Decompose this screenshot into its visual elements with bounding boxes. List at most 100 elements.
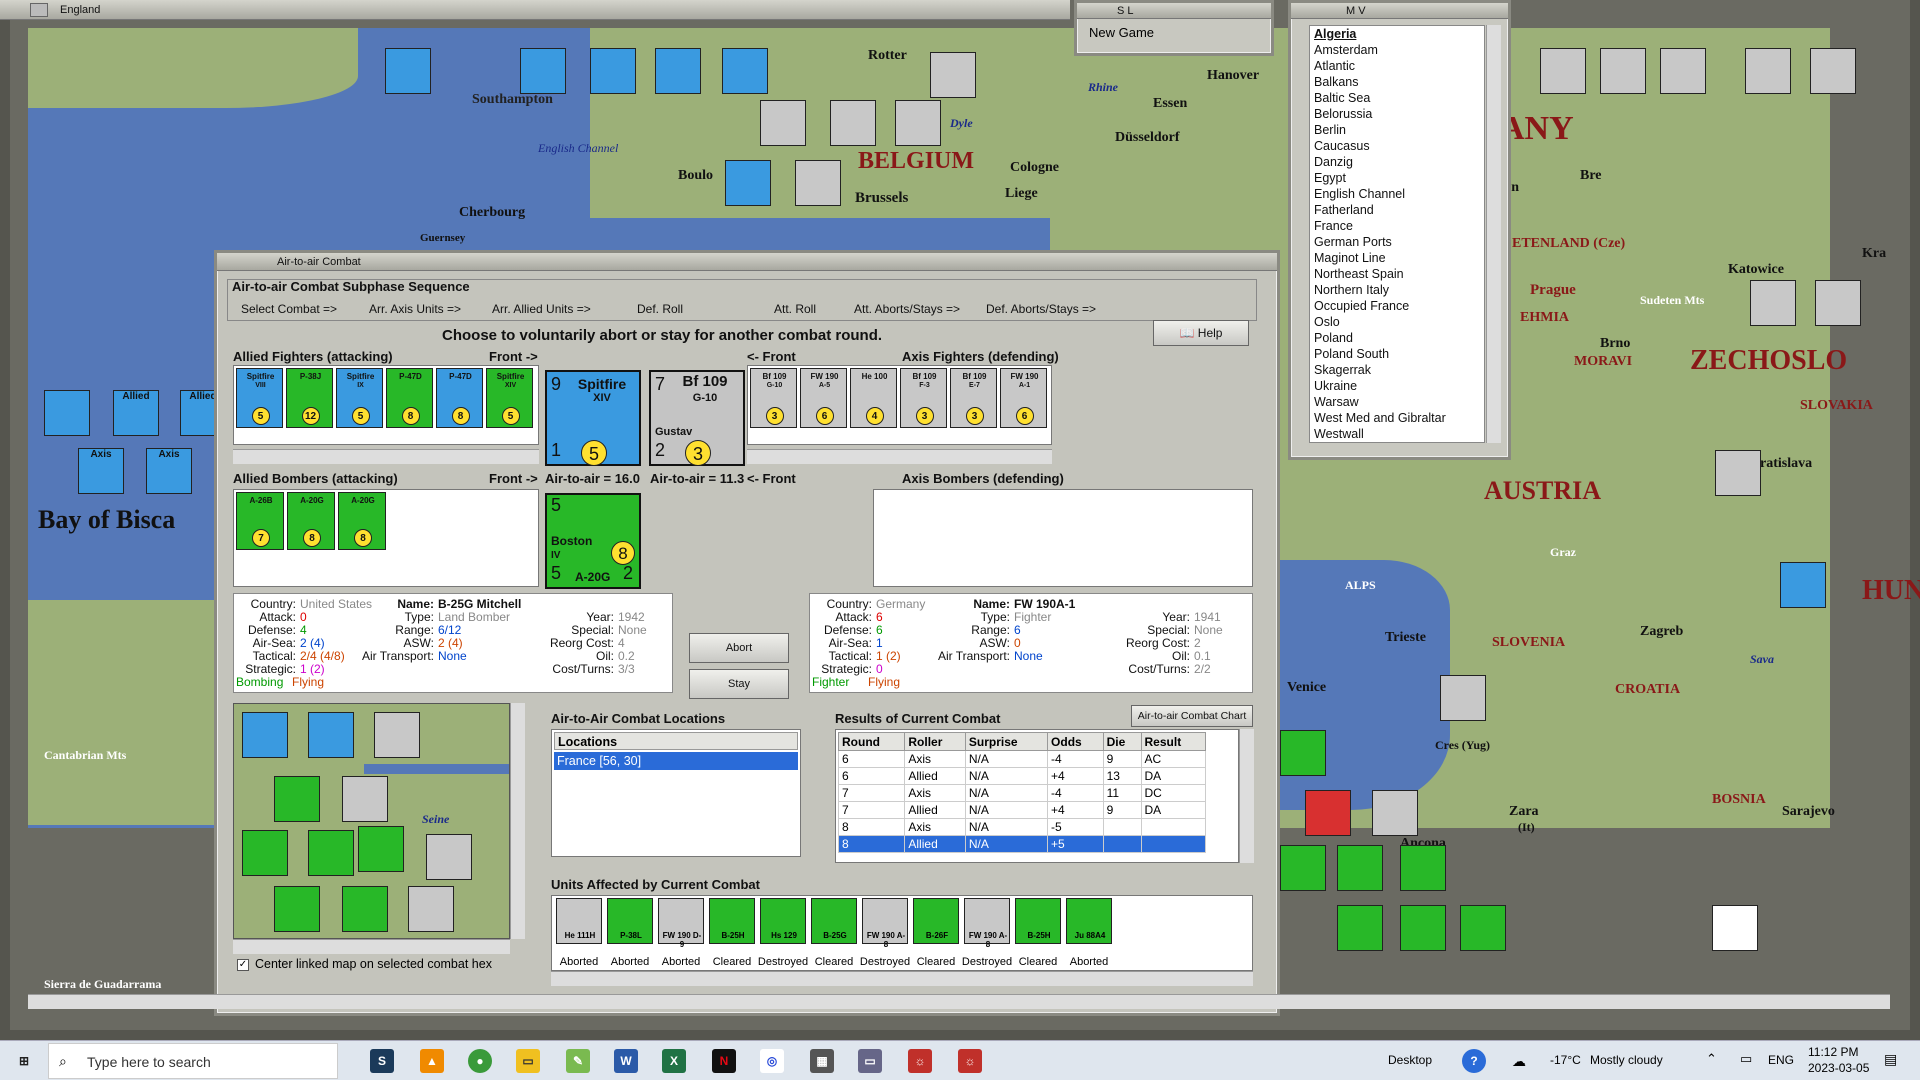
stay-button[interactable]: Stay: [689, 669, 789, 699]
results-col-header[interactable]: Odds: [1047, 732, 1104, 751]
abort-button[interactable]: Abort: [689, 633, 789, 663]
results-scrollbar[interactable]: [1239, 729, 1254, 863]
mini-counter-3[interactable]: [374, 712, 420, 758]
mv-window[interactable]: M V Algeria Amsterdam Atlantic Balkans Balti…: [1288, 0, 1511, 460]
mini-counter-6[interactable]: [242, 830, 288, 876]
combat-chart-button[interactable]: Air-to-air Combat Chart: [1131, 705, 1253, 727]
map-counter-18[interactable]: [1750, 280, 1796, 326]
affected-unit[interactable]: P-38L: [607, 898, 653, 944]
axis-fighter-unit[interactable]: Bf 109 E-7 3: [950, 368, 997, 428]
map-counter-14[interactable]: [1600, 48, 1646, 94]
mini-counter-4[interactable]: [274, 776, 320, 822]
mv-list-item[interactable]: Amsterdam: [1310, 42, 1484, 58]
map-counter-21[interactable]: [1780, 562, 1826, 608]
help-button[interactable]: 📖 Help: [1153, 320, 1249, 346]
axis-fighters-pane[interactable]: Bf 109 G-10 3 FW 190 A-5 6 He 100 4 Bf 109 F-3 3 Bf…: [747, 365, 1052, 445]
results-row[interactable]: 6 Axis N/A -4 9 AC: [837, 750, 1207, 768]
mv-list-item[interactable]: Northeast Spain: [1310, 266, 1484, 282]
mv-list-item[interactable]: German Ports: [1310, 234, 1484, 250]
map-counter-9[interactable]: [895, 100, 941, 146]
map-counter-11[interactable]: [725, 160, 771, 206]
window-menu-icon[interactable]: [30, 3, 48, 17]
results-col-header[interactable]: Result: [1140, 732, 1207, 751]
sl-new-game-item[interactable]: New Game: [1089, 25, 1259, 51]
vlc-icon[interactable]: ▲: [420, 1049, 444, 1073]
mv-list-item[interactable]: Algeria: [1310, 26, 1484, 42]
linked-mini-map[interactable]: Seine: [233, 703, 510, 939]
mv-list-item[interactable]: Egypt: [1310, 170, 1484, 186]
mv-list-item[interactable]: Oslo: [1310, 314, 1484, 330]
app-icon-1[interactable]: ◎: [760, 1049, 784, 1073]
mv-list-item[interactable]: Poland South: [1310, 346, 1484, 362]
mv-list-item[interactable]: Maginot Line: [1310, 250, 1484, 266]
map-counter-1[interactable]: [385, 48, 431, 94]
units-affected-pane[interactable]: He 111H Aborted P-38L Aborted FW 190 D-9 Abor…: [551, 895, 1253, 971]
allied-fighter-unit[interactable]: P-47D 8: [386, 368, 433, 428]
results-row[interactable]: 6 Allied N/A +4 13 DA: [837, 767, 1207, 785]
map-counter-axis-1[interactable]: Axis: [78, 448, 124, 494]
map-counter-22[interactable]: [1440, 675, 1486, 721]
mini-map-scroll-h[interactable]: [233, 939, 510, 954]
map-counter-28[interactable]: [1400, 845, 1446, 891]
map-counter-6[interactable]: [930, 52, 976, 98]
allied-fighter-unit[interactable]: Spitfire IX 5: [336, 368, 383, 428]
map-counter-4[interactable]: [655, 48, 701, 94]
mv-list-item[interactable]: Skagerrak: [1310, 362, 1484, 378]
mv-list-item[interactable]: Poland: [1310, 330, 1484, 346]
map-counter-16[interactable]: [1745, 48, 1791, 94]
map-counter-15[interactable]: [1660, 48, 1706, 94]
affected-unit[interactable]: FW 190 D-9: [658, 898, 704, 949]
weather-desc[interactable]: Mostly cloudy: [1590, 1053, 1663, 1067]
mv-window-title[interactable]: M V: [1291, 3, 1508, 19]
main-map-scrollbar[interactable]: [28, 994, 1890, 1009]
mv-list-item[interactable]: France: [1310, 218, 1484, 234]
allied-bomber-unit[interactable]: A-26B 7: [236, 492, 284, 550]
mv-list-item[interactable]: Caucasus: [1310, 138, 1484, 154]
mv-list-item[interactable]: West Med and Gibraltar: [1310, 410, 1484, 426]
map-counter-20[interactable]: [1715, 450, 1761, 496]
map-counter-26[interactable]: [1280, 845, 1326, 891]
language-indicator[interactable]: ENG: [1768, 1053, 1794, 1067]
affected-unit[interactable]: Hs 129: [760, 898, 806, 944]
mv-list-item[interactable]: Warsaw: [1310, 394, 1484, 410]
affected-unit[interactable]: FW 190 A-8: [964, 898, 1010, 949]
mini-counter-11[interactable]: [342, 886, 388, 932]
allied-fighter-unit[interactable]: Spitfire VIII 5: [236, 368, 283, 428]
app-icon-2[interactable]: ▭: [858, 1049, 882, 1073]
notification-icon[interactable]: ▤: [1884, 1051, 1897, 1068]
axis-fighter-unit[interactable]: He 100 4: [850, 368, 897, 428]
network-icon[interactable]: ▭: [1740, 1051, 1752, 1067]
mv-list-item[interactable]: Danzig: [1310, 154, 1484, 170]
mini-counter-2[interactable]: [308, 712, 354, 758]
map-counter-30[interactable]: [1400, 905, 1446, 951]
map-counter-12[interactable]: [44, 390, 90, 436]
bomber-front-unit[interactable]: 5 Boston IV 5 A-20G 8 2: [545, 493, 641, 589]
sl-window-title[interactable]: S L: [1077, 3, 1271, 19]
chrome-icon[interactable]: ●: [468, 1049, 492, 1073]
allied-bombers-pane[interactable]: A-26B 7 A-20G 8 A-20G 8: [233, 489, 539, 587]
results-col-header[interactable]: Die: [1102, 732, 1142, 751]
affected-unit[interactable]: B-25H: [709, 898, 755, 944]
netflix-icon[interactable]: N: [712, 1049, 736, 1073]
notepad-icon[interactable]: ✎: [566, 1049, 590, 1073]
game-icon-1[interactable]: ☼: [908, 1049, 932, 1073]
affected-unit[interactable]: B-25G: [811, 898, 857, 944]
affected-unit[interactable]: B-25H: [1015, 898, 1061, 944]
locations-list[interactable]: Locations France [56, 30]: [551, 729, 801, 857]
allied-fighter-unit[interactable]: P-38J 12: [286, 368, 333, 428]
mini-counter-9[interactable]: [426, 834, 472, 880]
mini-counter-1[interactable]: [242, 712, 288, 758]
results-row[interactable]: 8 Axis N/A -5: [837, 818, 1207, 836]
map-counter-27[interactable]: [1337, 845, 1383, 891]
map-counter-25[interactable]: [1372, 790, 1418, 836]
england-window-title[interactable]: England: [0, 0, 1070, 20]
combat-window-title[interactable]: Air-to-air Combat: [217, 253, 1277, 271]
center-checkbox[interactable]: ✓: [237, 959, 249, 971]
results-row[interactable]: 8 Allied N/A +5: [837, 835, 1207, 853]
allied-front-fighter[interactable]: 9 Spitfire XIV 1 5: [545, 370, 641, 466]
mv-list-item[interactable]: Ukraine: [1310, 378, 1484, 394]
location-france[interactable]: France [56, 30]: [554, 752, 798, 770]
affected-unit[interactable]: B-26F: [913, 898, 959, 944]
mv-list-item[interactable]: Fatherland: [1310, 202, 1484, 218]
map-counter-7[interactable]: [760, 100, 806, 146]
